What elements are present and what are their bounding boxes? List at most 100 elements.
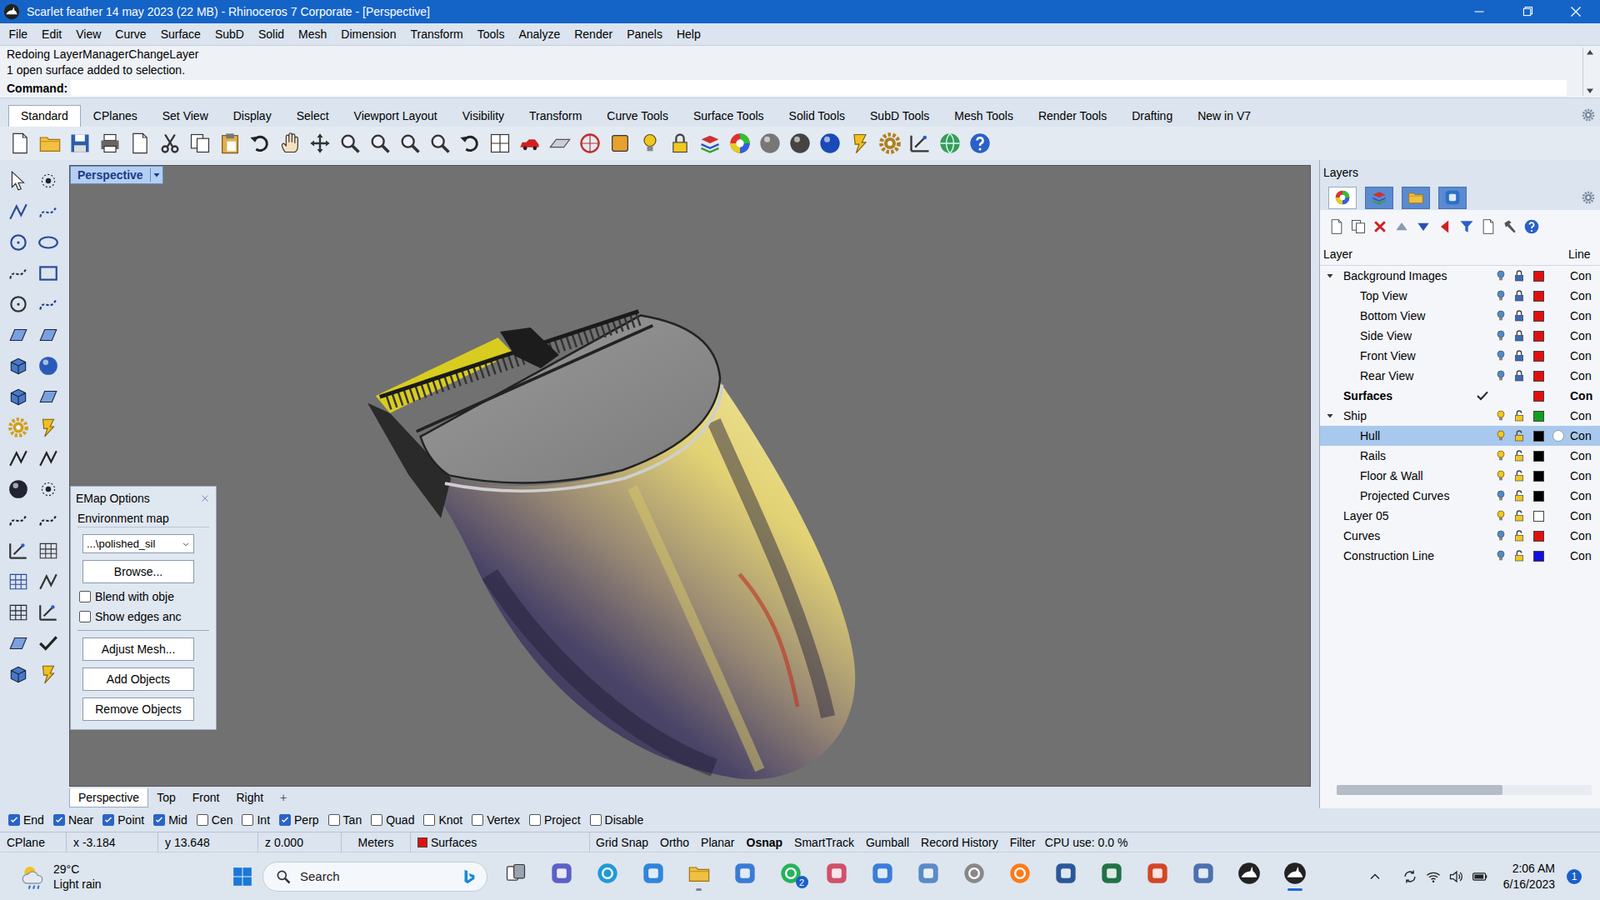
zoom-selected-icon[interactable] (428, 131, 452, 155)
toolbar-tab[interactable]: Drafting (1119, 105, 1185, 127)
copy-icon[interactable] (188, 131, 212, 155)
visibility-bulb-icon[interactable] (1494, 469, 1508, 483)
command-scroll[interactable] (1582, 47, 1597, 96)
panel-tab[interactable] (1328, 186, 1357, 210)
layer-row[interactable]: ShipCon (1320, 405, 1600, 426)
linetype[interactable]: Con (1568, 529, 1600, 543)
arc-icon[interactable] (7, 262, 30, 285)
viewport-tab[interactable]: Top (148, 788, 185, 807)
toolbar-tab[interactable]: Transform (516, 105, 595, 127)
transform-icon[interactable] (7, 632, 30, 655)
status-toggle[interactable]: Filter (1004, 832, 1042, 852)
printer-icon[interactable] (98, 131, 122, 155)
perspective-viewport[interactable]: PerspectiveEMap OptionsEnvironment map..… (69, 165, 1311, 787)
checkbox-box[interactable] (529, 814, 541, 826)
layer-color-swatch[interactable] (1533, 330, 1545, 342)
split-icon[interactable] (37, 447, 60, 470)
cplane-label[interactable]: CPlane (0, 832, 67, 852)
lock-icon[interactable] (1512, 529, 1526, 543)
lock-icon[interactable] (1512, 289, 1526, 303)
linetype[interactable]: Con (1568, 269, 1600, 283)
column-header[interactable]: Line (1568, 247, 1600, 261)
checkbox-box[interactable] (53, 814, 65, 826)
checkbox-box[interactable] (328, 814, 340, 826)
toolbar-tab[interactable]: Curve Tools (594, 105, 681, 127)
layer-row[interactable]: Bottom ViewCon (1320, 305, 1600, 326)
layer-color-swatch[interactable] (1533, 410, 1545, 422)
linetype[interactable]: Con (1568, 469, 1600, 483)
linetype[interactable]: Con (1568, 289, 1600, 303)
osnap-checkbox[interactable]: Tan (328, 813, 363, 827)
layer-row[interactable]: SurfacesCon (1320, 385, 1600, 406)
linetype[interactable]: Con (1568, 349, 1600, 363)
menu-item[interactable]: File (1, 27, 35, 41)
lock-icon[interactable] (1512, 369, 1526, 383)
notification-badge[interactable]: 1 (1566, 869, 1582, 885)
visibility-bulb-icon[interactable] (1494, 309, 1508, 323)
linetype[interactable]: Con (1568, 489, 1600, 503)
status-toggle[interactable]: Osnap (740, 832, 790, 852)
target-icon[interactable] (578, 131, 602, 155)
check-icon[interactable] (37, 632, 60, 655)
close-icon[interactable] (1551, 2, 1600, 21)
wifi-icon[interactable] (1425, 868, 1442, 885)
grey-sphere-icon[interactable] (758, 131, 782, 155)
emap-checkbox[interactable]: Blend with obje (79, 590, 175, 604)
gear-icon[interactable] (878, 131, 902, 155)
units[interactable]: Meters (341, 832, 411, 852)
help-icon[interactable] (968, 131, 992, 155)
lock-icon[interactable] (668, 131, 692, 155)
lock-icon[interactable] (1512, 309, 1526, 323)
minimize-icon[interactable] (1455, 2, 1504, 21)
layer-color-swatch[interactable] (1533, 270, 1545, 282)
toolbar-tab[interactable]: New in V7 (1185, 105, 1264, 127)
linetype[interactable]: Con (1568, 429, 1600, 443)
rectangle-icon[interactable] (37, 262, 60, 285)
linetype[interactable]: Con (1568, 509, 1600, 523)
scroll-up-icon[interactable] (1585, 47, 1595, 58)
weather-widget[interactable]: 29°CLight rain (0, 861, 225, 892)
horizontal-scrollbar[interactable] (1336, 785, 1592, 795)
emap-checkbox[interactable]: Show edges anc (79, 610, 182, 624)
taskbar-app[interactable] (1271, 854, 1318, 900)
move-up-icon[interactable] (1393, 218, 1410, 235)
checkbox-box[interactable] (590, 814, 602, 826)
osnap-checkbox[interactable]: Near (53, 813, 94, 827)
status-toggle[interactable]: Planar (695, 832, 740, 852)
gear-icon[interactable] (1581, 108, 1595, 122)
ellipse-icon[interactable] (37, 231, 60, 254)
layer-color-swatch[interactable] (1533, 450, 1545, 462)
visibility-bulb-icon[interactable] (1494, 269, 1508, 283)
layer-color-swatch[interactable] (1533, 350, 1545, 362)
close-icon[interactable] (199, 492, 211, 505)
visibility-bulb-icon[interactable] (1494, 429, 1508, 443)
menu-item[interactable]: Help (669, 27, 708, 41)
checkbox-box[interactable] (370, 814, 383, 826)
toolbar-tab[interactable]: Display (220, 105, 285, 127)
globe-icon[interactable] (938, 131, 962, 155)
lock-icon[interactable] (1512, 449, 1526, 463)
material-swatch[interactable] (1552, 430, 1565, 442)
select-arrow-icon[interactable] (7, 170, 30, 192)
layer-row[interactable]: Layer 05Con (1320, 505, 1600, 526)
toolbar-tab[interactable]: Select (284, 105, 342, 127)
filter-icon[interactable] (1458, 218, 1475, 235)
lock-icon[interactable] (1512, 429, 1526, 443)
browse-button[interactable]: Browse... (82, 560, 195, 584)
lock-icon[interactable] (1512, 469, 1526, 483)
linetype[interactable]: Con (1568, 409, 1600, 423)
osnap-checkbox[interactable]: Disable (590, 813, 645, 827)
osnap-checkbox[interactable]: Point (102, 813, 145, 827)
toolbar-tab[interactable]: Standard (8, 105, 81, 127)
layer-color-swatch[interactable] (1533, 470, 1545, 482)
show-hidden-icons-icon[interactable] (1366, 868, 1384, 885)
taskbar-app[interactable] (1225, 854, 1272, 900)
battery-icon[interactable] (1471, 868, 1489, 885)
visibility-bulb-icon[interactable] (1494, 349, 1508, 363)
circle-icon[interactable] (7, 231, 30, 254)
scissors-icon[interactable] (158, 131, 182, 155)
curve-icon[interactable] (37, 200, 60, 223)
panel-gear-icon[interactable] (1581, 190, 1595, 205)
menu-item[interactable]: Surface (153, 27, 208, 41)
page-layout-icon[interactable] (128, 131, 152, 155)
